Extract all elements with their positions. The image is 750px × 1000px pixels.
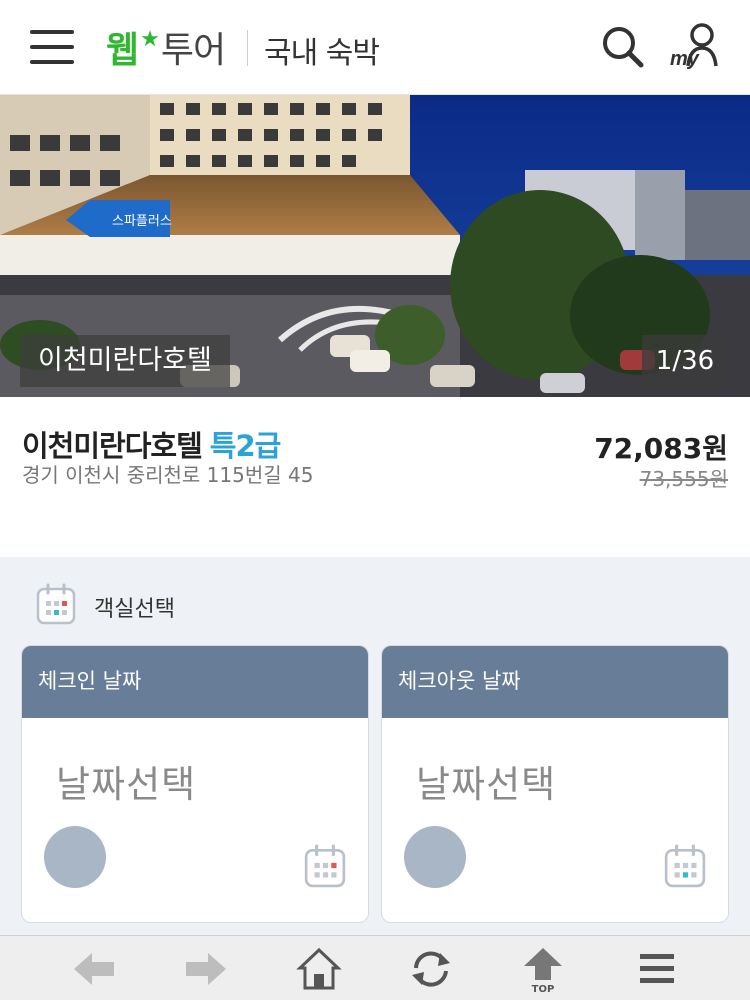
hero-caption: 이천미란다호텔: [20, 335, 230, 387]
page-title: 국내 숙박: [264, 36, 380, 71]
hotel-address: 경기 이천시 중리천로 115번길 45: [22, 463, 314, 487]
section-title: 객실선택: [94, 597, 175, 622]
top-label: TOP: [531, 984, 555, 995]
hamburger-menu-icon[interactable]: [30, 30, 74, 64]
logo-star-icon: ★: [140, 26, 160, 52]
calendar-icon: [36, 583, 76, 625]
original-price: 73,555원: [639, 467, 728, 491]
refresh-icon[interactable]: [406, 944, 456, 994]
home-icon[interactable]: [294, 944, 344, 994]
app-header: 웹 ★ 투어 국내 숙박 my: [0, 0, 750, 95]
photo-counter[interactable]: 1/36: [642, 335, 728, 387]
my-page-button[interactable]: my: [668, 22, 720, 72]
scroll-top-button[interactable]: TOP: [518, 944, 568, 995]
calendar-icon[interactable]: [664, 844, 706, 888]
hotel-grade: 특2급: [209, 429, 282, 463]
my-label: my: [670, 48, 699, 70]
back-arrow-icon[interactable]: [70, 944, 120, 994]
hotel-photo-carousel[interactable]: 스파플러스 이천미란다호텔 1/36: [0, 95, 750, 397]
search-icon[interactable]: [600, 24, 646, 70]
checkout-date-card[interactable]: 체크아웃 날짜 날짜선택: [381, 645, 729, 923]
hero-sign-text: 스파플러스: [112, 214, 172, 229]
sale-price: 72,083원: [594, 432, 728, 465]
checkin-header: 체크인 날짜: [22, 646, 368, 718]
browser-bottom-nav: TOP: [0, 935, 750, 1000]
hotel-name: 이천미란다호텔: [22, 429, 203, 463]
checkout-placeholder: 날짜선택: [416, 763, 557, 806]
webtour-logo[interactable]: 웹 ★ 투어: [106, 24, 226, 72]
calendar-icon[interactable]: [304, 844, 346, 888]
forward-arrow-icon[interactable]: [180, 944, 230, 994]
header-divider: [247, 30, 248, 66]
checkin-placeholder: 날짜선택: [56, 763, 197, 806]
checkin-date-card[interactable]: 체크인 날짜 날짜선택: [21, 645, 369, 923]
checkout-header: 체크아웃 날짜: [382, 646, 728, 718]
hotel-info: 이천미란다호텔 특2급 경기 이천시 중리천로 115번길 45 72,083원 …: [0, 397, 750, 557]
room-select-section: 객실선택 체크인 날짜 날짜선택 체크아웃 날짜 날짜선택: [0, 557, 750, 935]
up-arrow-icon: [524, 948, 562, 980]
browser-menu-icon[interactable]: [632, 944, 682, 994]
checkout-circle-icon: [404, 826, 466, 888]
checkin-circle-icon: [44, 826, 106, 888]
